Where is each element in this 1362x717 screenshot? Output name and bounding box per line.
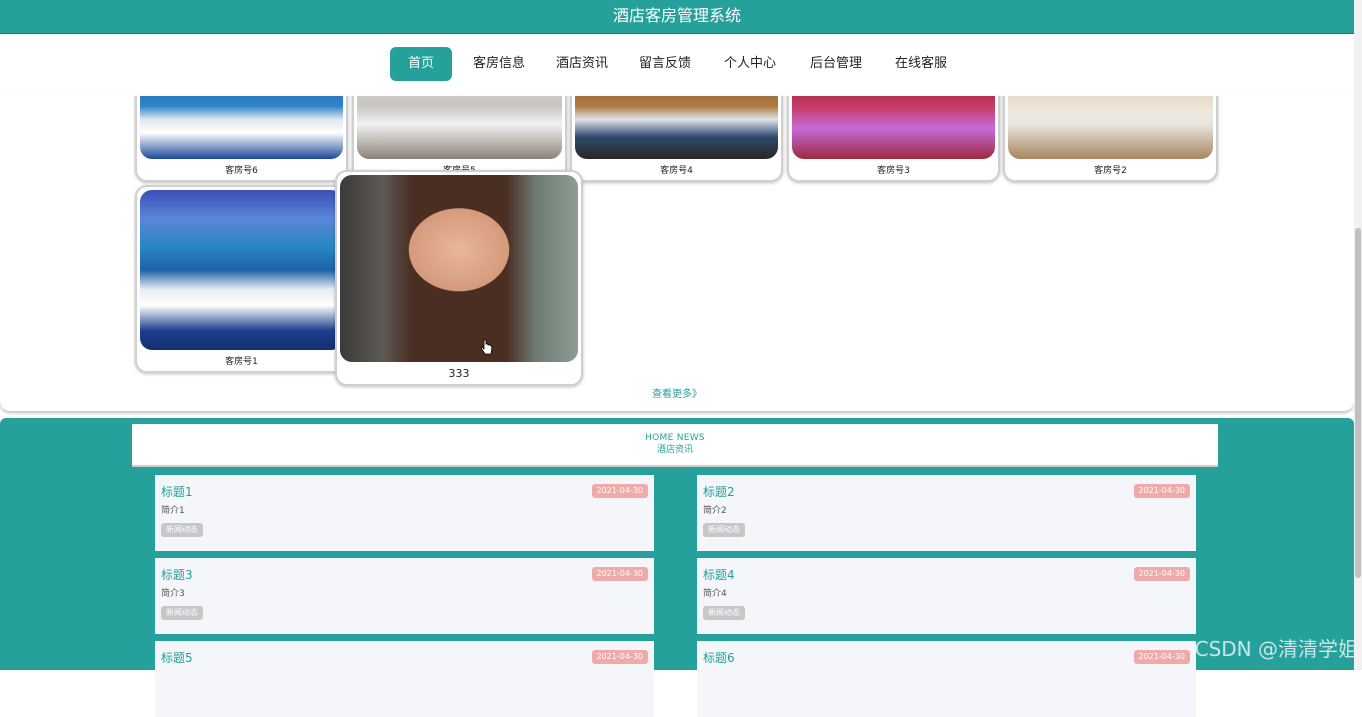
- watermark: CSDN @清清学姐: [1194, 637, 1358, 661]
- room-card[interactable]: 客房号3: [787, 96, 1000, 182]
- room-photo: [792, 96, 995, 159]
- news-section: HOME NEWS 酒店资讯 标题1 2021-04-30 简介1 新闻动态 标…: [0, 418, 1354, 717]
- news-date-badge: 2021-04-30: [1133, 650, 1190, 664]
- room-photo: [340, 175, 578, 362]
- news-tag-badge: 新闻动态: [703, 606, 745, 620]
- news-date-badge: 2021-04-30: [1133, 567, 1190, 581]
- news-title[interactable]: 标题6: [703, 649, 735, 666]
- room-label: 333: [448, 367, 470, 380]
- room-list-panel: 客房号6 客房号5 客房号4 客房号3 客房号2 客房号1 333 查看更多》: [0, 96, 1354, 411]
- nav-admin[interactable]: 后台管理: [802, 47, 870, 81]
- news-date-badge: 2021-04-30: [1133, 484, 1190, 498]
- news-card[interactable]: 标题2 2021-04-30 简介2 新闻动态: [697, 475, 1196, 551]
- news-card[interactable]: 标题1 2021-04-30 简介1 新闻动态: [155, 475, 654, 551]
- room-photo: [140, 190, 343, 350]
- news-intro: 简介3: [161, 589, 185, 599]
- site-title: 酒店客房管理系统: [612, 6, 741, 25]
- room-photo: [1008, 96, 1213, 159]
- news-card[interactable]: 标题6 2021-04-30: [697, 641, 1196, 717]
- scrollbar-thumb[interactable]: [1355, 228, 1361, 578]
- room-photo: [575, 96, 778, 159]
- room-card[interactable]: 客房号6: [135, 96, 348, 182]
- page-scrollbar[interactable]: [1354, 0, 1362, 670]
- room-card[interactable]: 客房号2: [1003, 96, 1218, 182]
- room-photo: [357, 96, 562, 159]
- nav-home[interactable]: 首页: [390, 47, 452, 81]
- main-nav: 首页 客房信息 酒店资讯 留言反馈 个人中心 后台管理 在线客服: [0, 34, 1354, 96]
- room-label: 客房号2: [1094, 166, 1127, 176]
- room-label: 客房号3: [877, 166, 910, 176]
- news-card[interactable]: 标题5 2021-04-30: [155, 641, 654, 717]
- news-title[interactable]: 标题1: [161, 483, 193, 500]
- room-card[interactable]: 客房号4: [570, 96, 783, 182]
- news-intro: 简介4: [703, 589, 727, 599]
- news-title[interactable]: 标题5: [161, 649, 193, 666]
- nav-feedback[interactable]: 留言反馈: [631, 47, 699, 81]
- news-title[interactable]: 标题4: [703, 566, 735, 583]
- room-photo: [140, 96, 343, 159]
- news-intro: 简介1: [161, 506, 185, 516]
- news-intro: 简介2: [703, 506, 727, 516]
- room-label: 客房号6: [225, 166, 258, 176]
- nav-user-center[interactable]: 个人中心: [716, 47, 784, 81]
- top-header-bar: 酒店客房管理系统: [0, 0, 1362, 34]
- view-more-link[interactable]: 查看更多》: [0, 385, 1354, 400]
- room-label: 客房号1: [225, 357, 258, 367]
- news-card[interactable]: 标题3 2021-04-30 简介3 新闻动态: [155, 558, 654, 634]
- room-label: 客房号4: [660, 166, 693, 176]
- news-header-en: HOME NEWS: [645, 433, 705, 443]
- room-card[interactable]: 客房号1: [135, 185, 348, 373]
- room-card-hovered[interactable]: 333: [335, 170, 583, 386]
- news-card[interactable]: 标题4 2021-04-30 简介4 新闻动态: [697, 558, 1196, 634]
- news-tag-badge: 新闻动态: [703, 523, 745, 537]
- news-header-cn: 酒店资讯: [656, 445, 693, 455]
- nav-hotel-news[interactable]: 酒店资讯: [548, 47, 616, 81]
- nav-room-info[interactable]: 客房信息: [465, 47, 533, 81]
- news-tag-badge: 新闻动态: [161, 523, 203, 537]
- news-section-header: HOME NEWS 酒店资讯: [132, 424, 1218, 467]
- hand-cursor-icon: [481, 339, 493, 355]
- news-date-badge: 2021-04-30: [591, 650, 648, 664]
- news-title[interactable]: 标题3: [161, 566, 193, 583]
- news-title[interactable]: 标题2: [703, 483, 735, 500]
- news-tag-badge: 新闻动态: [161, 606, 203, 620]
- news-date-badge: 2021-04-30: [591, 484, 648, 498]
- news-date-badge: 2021-04-30: [591, 567, 648, 581]
- nav-online-service[interactable]: 在线客服: [887, 47, 955, 81]
